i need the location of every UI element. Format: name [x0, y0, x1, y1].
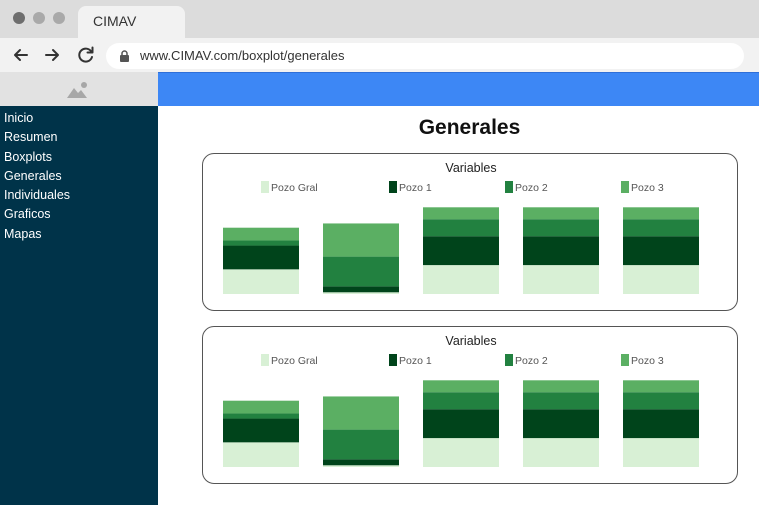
bar-segment [623, 219, 699, 237]
page-title: Generales [418, 116, 521, 139]
chart-panel-2: Variables Pozo Gral Pozo 1 Pozo 2 Pozo 3 [202, 326, 738, 484]
bar-segment [223, 400, 299, 414]
stacked-bar-chart-1: Variables Pozo Gral Pozo 1 Pozo 2 Pozo 3 [223, 161, 699, 294]
bar-segment [623, 380, 699, 393]
bar-segment [523, 392, 599, 410]
bar-segment [423, 438, 499, 467]
sidebar-item-individuales[interactable]: Individuales [0, 186, 158, 205]
bar-segment [423, 207, 499, 220]
logo-area [0, 72, 158, 106]
bar-segment [623, 265, 699, 294]
legend-label: Pozo Gral [271, 182, 318, 194]
bar-segment [523, 438, 599, 467]
address-bar[interactable]: www.CIMAV.com/boxplot/generales [106, 43, 744, 69]
bar-segment [423, 380, 499, 393]
legend-swatch [389, 181, 397, 193]
forward-arrow-icon[interactable] [41, 44, 63, 66]
url-text: www.CIMAV.com/boxplot/generales [140, 48, 345, 63]
browser-navbar: www.CIMAV.com/boxplot/generales [0, 38, 759, 72]
tab-title: CIMAV [93, 13, 137, 29]
bar-segment [223, 442, 299, 467]
legend-label: Pozo 2 [515, 182, 548, 194]
bar-segment [623, 236, 699, 266]
bar-segment [323, 459, 399, 466]
bar-segment [223, 227, 299, 241]
sidebar-item-graficos[interactable]: Graficos [0, 205, 158, 224]
browser-titlebar: CIMAV [0, 0, 759, 38]
bar-segment [323, 429, 399, 460]
bar-segment [623, 438, 699, 467]
legend-swatch [505, 354, 513, 366]
bar-segment [223, 245, 299, 270]
back-arrow-icon[interactable] [10, 44, 32, 66]
legend-swatch [621, 181, 629, 193]
bar-segment [223, 269, 299, 294]
legend-swatch [261, 354, 269, 366]
stacked-bar-chart-2: Variables Pozo Gral Pozo 1 Pozo 2 Pozo 3 [223, 334, 699, 467]
app-header-bar [158, 72, 759, 106]
reload-icon[interactable] [75, 44, 97, 66]
sidebar-item-generales[interactable]: Generales [0, 167, 158, 186]
bar-segment [523, 236, 599, 266]
legend-label: Pozo 1 [399, 182, 432, 194]
bar-segment [623, 392, 699, 410]
bar-segment [523, 265, 599, 294]
bar-segment [423, 265, 499, 294]
bar-segment [423, 219, 499, 237]
bar-segment [423, 409, 499, 439]
sidebar-item-inicio[interactable]: Inicio [0, 109, 158, 128]
bar-segment [623, 409, 699, 439]
image-placeholder-icon [67, 82, 87, 98]
legend-label: Pozo 2 [515, 355, 548, 367]
bar-segment [623, 207, 699, 220]
bar-segment [323, 465, 399, 467]
sidebar: Inicio Resumen Boxplots Generales Indivi… [0, 106, 158, 505]
bar-segment [523, 207, 599, 220]
bar-segment [523, 380, 599, 393]
lock-icon [120, 50, 129, 62]
legend-swatch [261, 181, 269, 193]
close-window-button[interactable] [13, 12, 25, 24]
bar-segment [323, 223, 399, 257]
chart-title: Variables [445, 161, 496, 175]
chart-panel-1: Variables Pozo Gral Pozo 1 Pozo 2 Pozo 3 [202, 153, 738, 311]
bar-segment [523, 409, 599, 439]
legend-label: Pozo Gral [271, 355, 318, 367]
legend-label: Pozo 1 [399, 355, 432, 367]
bar-segment [523, 219, 599, 237]
minimize-window-button[interactable] [33, 12, 45, 24]
legend-label: Pozo 3 [631, 355, 664, 367]
bar-segment [423, 236, 499, 266]
legend-swatch [621, 354, 629, 366]
maximize-window-button[interactable] [53, 12, 65, 24]
sidebar-item-resumen[interactable]: Resumen [0, 128, 158, 147]
browser-tab[interactable]: CIMAV [78, 6, 185, 38]
bar-segment [323, 286, 399, 293]
bar-segment [423, 392, 499, 410]
sidebar-item-mapas[interactable]: Mapas [0, 225, 158, 244]
legend-swatch [505, 181, 513, 193]
sidebar-item-boxplots[interactable]: Boxplots [0, 148, 158, 167]
bar-segment [223, 413, 299, 419]
bar-segment [323, 292, 399, 294]
bar-segment [223, 240, 299, 246]
bar-segment [323, 256, 399, 287]
chart-title: Variables [445, 334, 496, 348]
bar-segment [223, 418, 299, 443]
bar-segment [323, 396, 399, 430]
legend-label: Pozo 3 [631, 182, 664, 194]
legend-swatch [389, 354, 397, 366]
